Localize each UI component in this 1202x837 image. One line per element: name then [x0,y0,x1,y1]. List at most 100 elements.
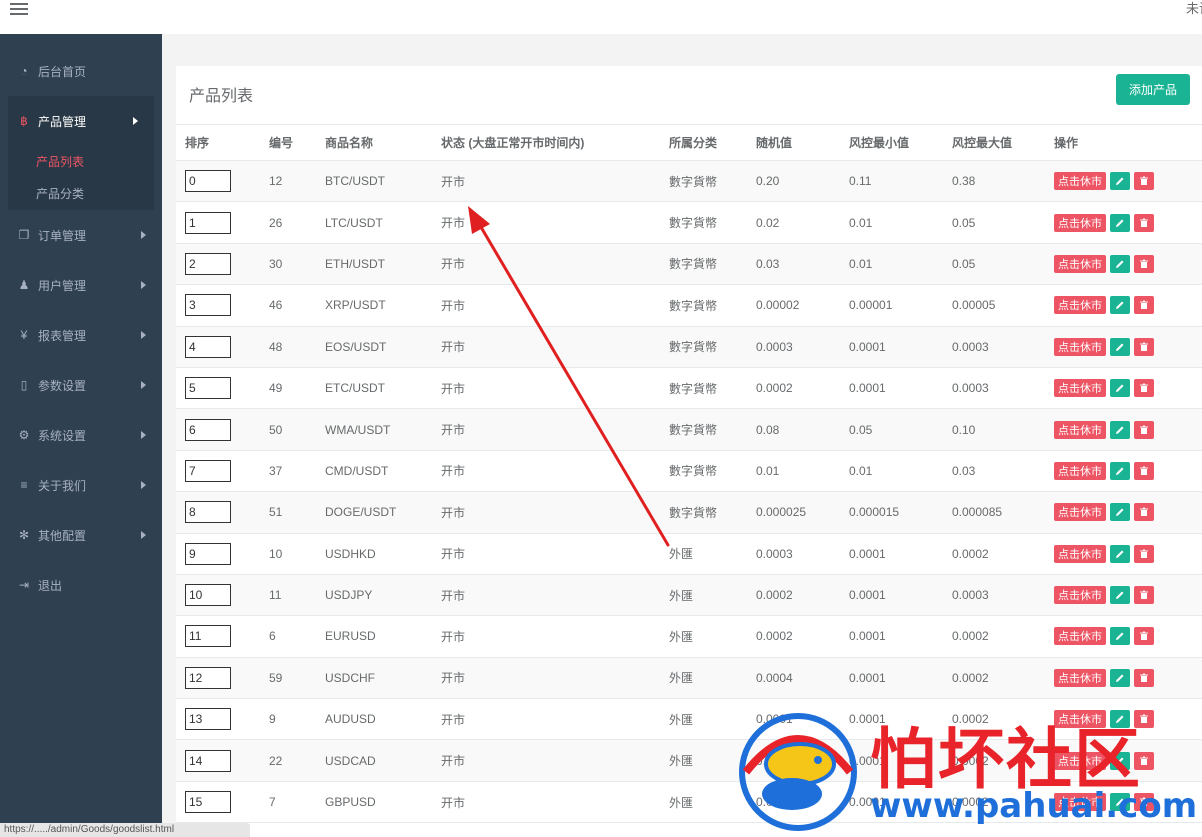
trash-icon[interactable] [1134,213,1154,232]
sort-order-input[interactable] [185,666,231,689]
table-row: 26 LTC/USDT 开市 數字貨幣 0.02 0.01 0.05 点击休市 [176,202,1202,244]
pencil-icon[interactable] [1110,461,1130,480]
sidebar-item-report-management[interactable]: ¥ 报表管理 [0,310,162,360]
pencil-icon[interactable] [1110,544,1130,563]
trash-icon[interactable] [1134,337,1154,356]
pencil-icon[interactable] [1110,337,1130,356]
product-category: 數字貨幣 [669,257,718,272]
hamburger-menu-icon[interactable] [10,0,28,15]
close-market-button[interactable]: 点击休市 [1054,379,1106,398]
product-category: 數字貨幣 [669,216,718,231]
pencil-icon[interactable] [1110,296,1130,315]
close-market-button[interactable]: 点击休市 [1054,420,1106,439]
top-right-label[interactable]: 未读 [1186,0,1202,17]
sort-cell [185,327,231,367]
sidebar-subitem-product-list[interactable]: 产品列表 [8,146,154,178]
close-market-button[interactable]: 点击休市 [1054,337,1106,356]
trash-icon[interactable] [1134,668,1154,687]
sidebar-item-other-config[interactable]: ✻ 其他配置 [0,510,162,560]
close-market-button[interactable]: 点击休市 [1054,544,1106,563]
sort-order-input[interactable] [185,377,231,400]
trash-icon[interactable] [1134,544,1154,563]
product-id: 59 [269,670,283,685]
pencil-icon[interactable] [1110,586,1130,605]
fish-logo-icon [739,713,857,831]
add-product-button[interactable]: 添加产品 [1116,74,1190,105]
sort-order-input[interactable] [185,459,231,482]
table-row: 51 DOGE/USDT 开市 數字貨幣 0.000025 0.000015 0.00008… [176,492,1202,534]
column-header: 编号 [269,136,294,150]
close-market-button[interactable]: 点击休市 [1054,254,1106,273]
product-category: 外匯 [669,588,694,603]
sort-order-input[interactable] [185,542,231,565]
sort-order-input[interactable] [185,791,231,814]
column-header: 所属分类 [669,136,718,150]
sort-order-input[interactable] [185,252,231,275]
close-market-button[interactable]: 点击休市 [1054,296,1106,315]
trash-icon[interactable] [1134,503,1154,522]
column-header: 状态 (大盘正常开市时间内) [441,136,585,150]
pencil-icon[interactable] [1110,172,1130,191]
close-market-button[interactable]: 点击休市 [1054,172,1106,191]
actions-cell: 点击休市 [1054,575,1154,615]
sort-order-input[interactable] [185,501,231,524]
trash-icon[interactable] [1134,379,1154,398]
sort-order-input[interactable] [185,749,231,772]
risk-min-value: 0.0001 [849,629,886,644]
product-id: 9 [269,712,276,727]
risk-max-value: 0.05 [952,256,976,271]
sidebar-item-system-settings[interactable]: ⚙ 系统设置 [0,410,162,460]
trash-icon[interactable] [1134,172,1154,191]
random-value: 0.03 [756,256,780,271]
status-bar-url: https://...../admin/Goods/goodslist.html [0,823,250,837]
close-market-button[interactable]: 点击休市 [1054,586,1106,605]
sort-order-input[interactable] [185,294,231,317]
actions-cell: 点击休市 [1054,161,1154,201]
product-category: 外匯 [669,712,694,727]
sort-order-input[interactable] [185,418,231,441]
trash-icon[interactable] [1134,627,1154,646]
user-icon: ♟ [18,278,30,292]
product-id: 26 [269,215,283,230]
trash-icon[interactable] [1134,420,1154,439]
sort-order-input[interactable] [185,211,231,234]
pencil-icon[interactable] [1110,420,1130,439]
close-market-button[interactable]: 点击休市 [1054,461,1106,480]
close-market-button[interactable]: 点击休市 [1054,668,1106,687]
random-value: 0.000025 [756,505,807,520]
sort-cell [185,285,231,325]
sort-order-input[interactable] [185,625,231,648]
risk-max-value: 0.05 [952,215,976,230]
close-market-button[interactable]: 点击休市 [1054,213,1106,232]
close-market-button[interactable]: 点击休市 [1054,627,1106,646]
sidebar-item-product-management[interactable]: ฿ 产品管理 [8,96,154,146]
sidebar-item-parameter-settings[interactable]: ▯ 参数设置 [0,360,162,410]
sidebar-item-order-management[interactable]: ❐ 订单管理 [0,210,162,260]
sidebar-item-about-us[interactable]: ≡ 关于我们 [0,460,162,510]
page-title: 产品列表 [189,88,254,105]
risk-max-value: 0.0003 [952,588,989,603]
pencil-icon[interactable] [1110,668,1130,687]
sort-order-input[interactable] [185,708,231,731]
pencil-icon[interactable] [1110,213,1130,232]
close-market-button[interactable]: 点击休市 [1054,503,1106,522]
trash-icon[interactable] [1134,296,1154,315]
cogs-icon: ⚙ [18,428,30,442]
sidebar-item-logout[interactable]: ⇥ 退出 [0,560,162,610]
pencil-icon[interactable] [1110,254,1130,273]
chevron-right-icon [141,331,146,339]
pencil-icon[interactable] [1110,379,1130,398]
trash-icon[interactable] [1134,254,1154,273]
sort-order-input[interactable] [185,335,231,358]
sidebar-item-dashboard[interactable]: ◔ 后台首页 [0,46,162,96]
actions-cell: 点击休市 [1054,616,1154,656]
pencil-icon[interactable] [1110,627,1130,646]
pencil-icon[interactable] [1110,503,1130,522]
sort-order-input[interactable] [185,170,231,193]
trash-icon[interactable] [1134,586,1154,605]
trash-icon[interactable] [1134,461,1154,480]
sort-order-input[interactable] [185,584,231,607]
sidebar-subitem-product-category[interactable]: 产品分类 [8,178,154,210]
sidebar-item-user-management[interactable]: ♟ 用户管理 [0,260,162,310]
product-category: 數字貨幣 [669,464,718,479]
